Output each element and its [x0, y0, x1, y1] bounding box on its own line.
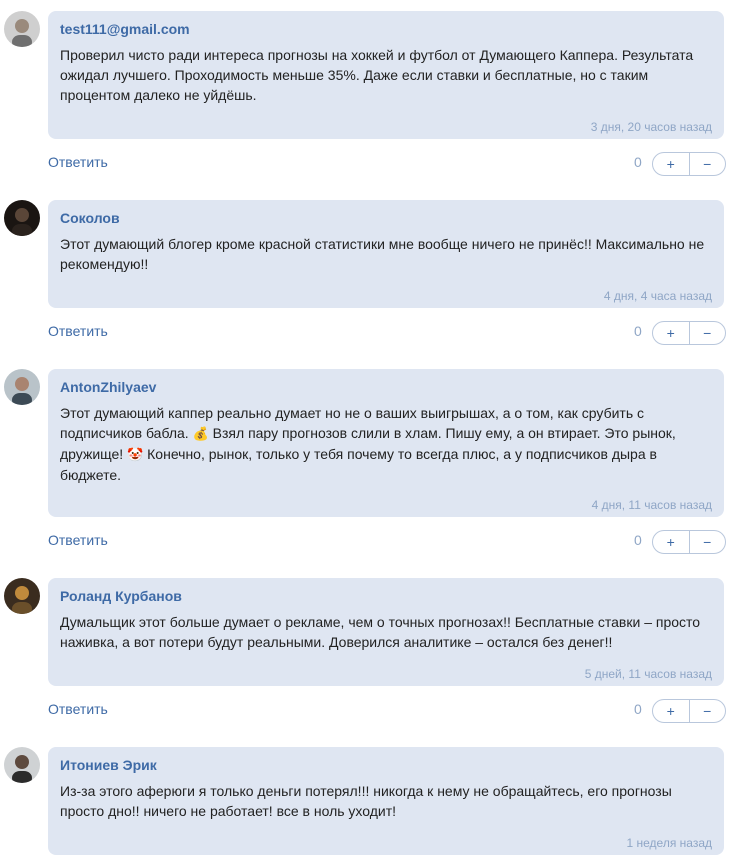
- comment-author[interactable]: Соколов: [60, 209, 712, 227]
- comment-text-part: Конечно, рынок, только у тебя почему то …: [60, 446, 657, 483]
- vote-buttons: + −: [652, 699, 726, 723]
- reply-link[interactable]: Ответить: [48, 154, 108, 170]
- comment-bubble: AntonZhilyaev Этот думающий каппер реаль…: [48, 369, 724, 517]
- comment-time: 4 дня, 4 часа назад: [603, 289, 712, 303]
- comment-time: 1 неделя назад: [626, 836, 713, 850]
- comment-text: Этот думающий блогер кроме красной стати…: [60, 236, 705, 272]
- vote-count: 0: [634, 323, 642, 339]
- avatar[interactable]: [4, 200, 40, 236]
- vote-controls: 0 + −: [634, 699, 726, 723]
- downvote-button[interactable]: −: [690, 700, 726, 722]
- comment-author[interactable]: Роланд Курбанов: [60, 587, 712, 605]
- vote-buttons: + −: [652, 530, 726, 554]
- comment-time: 5 дней, 11 часов назад: [584, 667, 712, 681]
- vote-buttons: + −: [652, 321, 726, 345]
- comment-text: Проверил чисто ради интереса прогнозы на…: [60, 47, 694, 103]
- reply-link[interactable]: Ответить: [48, 532, 108, 548]
- downvote-button[interactable]: −: [690, 322, 726, 344]
- comment-author[interactable]: Итониев Эрик: [60, 756, 712, 774]
- reply-link[interactable]: Ответить: [48, 323, 108, 339]
- downvote-button[interactable]: −: [690, 153, 726, 175]
- downvote-button[interactable]: −: [690, 531, 726, 553]
- upvote-button[interactable]: +: [653, 700, 690, 722]
- avatar[interactable]: [4, 369, 40, 405]
- comment-author[interactable]: AntonZhilyaev: [60, 378, 712, 396]
- comment-bubble: test111@gmail.com Проверил чисто ради ин…: [48, 11, 724, 139]
- vote-buttons: + −: [652, 152, 726, 176]
- vote-controls: 0 + −: [634, 321, 726, 345]
- comment-bubble: Итониев Эрик Из-за этого аферюги я тольк…: [48, 747, 724, 855]
- comment-text: Из-за этого аферюги я только деньги поте…: [60, 783, 672, 819]
- clown-emoji-icon: 🤡: [127, 447, 144, 462]
- upvote-button[interactable]: +: [653, 531, 690, 553]
- avatar[interactable]: [4, 747, 40, 783]
- comment-text: Этот думающий каппер реально думает но н…: [60, 403, 712, 485]
- vote-controls: 0 + −: [634, 152, 726, 176]
- vote-count: 0: [634, 532, 642, 548]
- comment-text: Думальщик этот больше думает о рекламе, …: [60, 614, 701, 650]
- comment-time: 4 дня, 11 часов назад: [591, 498, 712, 512]
- vote-count: 0: [634, 154, 642, 170]
- upvote-button[interactable]: +: [653, 153, 690, 175]
- vote-controls: 0 + −: [634, 530, 726, 554]
- comment-bubble: Роланд Курбанов Думальщик этот больше ду…: [48, 578, 724, 686]
- reply-link[interactable]: Ответить: [48, 701, 108, 717]
- comment-author[interactable]: test111@gmail.com: [60, 20, 712, 38]
- upvote-button[interactable]: +: [653, 322, 690, 344]
- comment-time: 3 дня, 20 часов назад: [590, 120, 712, 134]
- comment-bubble: Соколов Этот думающий блогер кроме красн…: [48, 200, 724, 308]
- money-bag-emoji-icon: 💰: [192, 426, 209, 441]
- vote-count: 0: [634, 701, 642, 717]
- avatar[interactable]: [4, 578, 40, 614]
- avatar[interactable]: [4, 11, 40, 47]
